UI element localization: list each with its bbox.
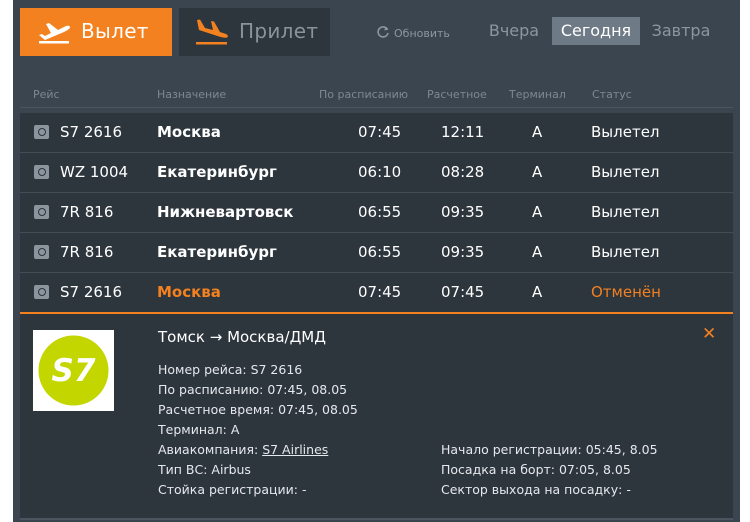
flight-row[interactable]: S7 2616 Москва 07:45 12:11 A Вылетел [20,113,733,152]
airline-logo-icon [34,205,49,219]
column-destination: Назначение [157,88,227,101]
flight-board: Вылет Прилет Обновить Вчера Сегодня Завт… [13,0,740,522]
scheduled-time: 07:45 [358,283,402,301]
refresh-label: Обновить [394,26,450,40]
detail-scheduled: По расписанию: 07:45, 08.05 [158,382,348,397]
destination: Нижневартовск [157,203,294,221]
column-flight: Рейс [33,88,60,101]
terminal: A [532,203,543,221]
flight-status: Отменён [591,283,661,301]
scheduled-time: 06:55 [358,243,402,261]
scheduled-time: 06:55 [358,203,402,221]
column-status: Статус [592,88,632,101]
flight-row[interactable]: 7R 816 Нижневартовск 06:55 09:35 A Вылет… [20,193,733,232]
flight-status: Вылетел [591,163,660,181]
flight-status: Вылетел [591,123,660,141]
flight-status: Вылетел [591,203,660,221]
flight-row[interactable]: 7R 816 Екатеринбург 06:55 09:35 A Вылете… [20,233,733,272]
flight-row-selected[interactable]: S7 2616 Москва 07:45 07:45 A Отменён [20,273,733,312]
day-tomorrow[interactable]: Завтра [643,17,719,45]
day-yesterday[interactable]: Вчера [481,17,547,45]
flight-number: 7R 816 [60,243,114,261]
estimated-time: 09:35 [441,243,485,261]
flight-detail-panel: S7 Томск → Москва/ДМД ✕ Номер рейса: S7 … [20,314,733,518]
detail-checkin-desk: Стойка регистрации: - [158,482,307,497]
terminal: A [532,243,543,261]
airline-logo-icon [34,285,49,299]
estimated-time: 09:35 [441,203,485,221]
detail-gate: Сектор выхода на посадку: - [441,482,631,497]
flight-row[interactable]: WZ 1004 Екатеринбург 06:10 08:28 A Вылет… [20,153,733,192]
column-terminal: Терминал [509,88,566,101]
flight-number: S7 2616 [60,283,123,301]
detail-boarding: Посадка на борт: 07:05, 8.05 [441,462,631,477]
scheduled-time: 06:10 [358,163,402,181]
destination: Екатеринбург [157,163,277,181]
detail-flight-number: Номер рейса: S7 2616 [158,362,303,377]
airline-brand-text: S7 [52,353,96,389]
detail-airline: Авиакомпания: S7 Airlines [158,442,329,457]
estimated-time: 07:45 [441,283,485,301]
detail-checkin-start: Начало регистрации: 05:45, 8.05 [441,442,658,457]
flight-status: Вылетел [591,243,660,261]
destination: Екатеринбург [157,243,277,261]
flight-number: S7 2616 [60,123,123,141]
airline-logo-icon [34,125,49,139]
tab-arrivals[interactable]: Прилет [179,8,330,56]
header-divider [20,107,733,108]
destination: Москва [157,283,221,301]
estimated-time: 12:11 [441,123,485,141]
close-icon[interactable]: ✕ [702,324,716,344]
scheduled-time: 07:45 [358,123,402,141]
refresh-icon [376,25,390,42]
detail-estimated: Расчетное время: 07:45, 08.05 [158,402,358,417]
plane-takeoff-icon [36,18,72,48]
panel-bottom-border [20,518,733,520]
plane-landing-icon [193,18,229,50]
airline-logo-icon [34,245,49,259]
terminal: A [532,163,543,181]
airline-logo-icon [34,165,49,179]
estimated-time: 08:28 [441,163,485,181]
destination: Москва [157,123,221,141]
column-scheduled: По расписанию [319,88,408,101]
airline-link[interactable]: S7 Airlines [262,442,328,457]
column-estimated: Расчетное [427,88,487,101]
tab-departures-label: Вылет [81,19,149,43]
day-today[interactable]: Сегодня [552,17,640,45]
terminal: A [532,123,543,141]
detail-terminal: Терминал: A [158,422,240,437]
refresh-button[interactable]: Обновить [376,24,450,42]
tab-arrivals-label: Прилет [239,19,319,43]
airline-brand-logo: S7 [33,330,114,411]
terminal: A [532,283,543,301]
flight-number: 7R 816 [60,203,114,221]
tab-departures[interactable]: Вылет [20,8,172,56]
detail-route: Томск → Москва/ДМД [158,328,326,346]
detail-aircraft: Тип ВС: Airbus [158,462,251,477]
flight-number: WZ 1004 [60,163,129,181]
